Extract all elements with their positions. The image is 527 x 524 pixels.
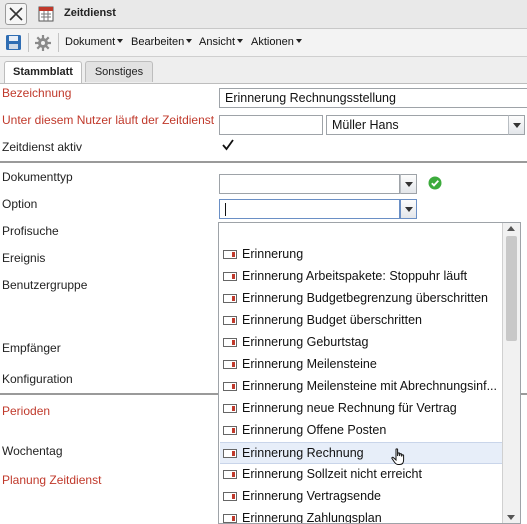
text-field-icon: [223, 382, 237, 391]
nutzer-search-input[interactable]: [219, 115, 323, 135]
chevron-down-icon: [186, 39, 193, 43]
dropdown-option[interactable]: Erinnerung Sollzeit nicht erreicht: [220, 464, 503, 484]
text-field-icon: [223, 250, 237, 259]
chevron-down-icon: [295, 39, 302, 43]
dropdown-option-label: Erinnerung Offene Posten: [242, 423, 387, 437]
nutzer-select[interactable]: Müller Hans: [326, 115, 511, 135]
calendar-icon: [36, 4, 56, 24]
text-field-icon: [223, 360, 237, 369]
planung-zeitdienst-label: Planung Zeitdienst: [2, 473, 102, 487]
close-icon[interactable]: [5, 3, 27, 25]
dropdown-option[interactable]: Erinnerung Budget überschritten: [220, 310, 503, 330]
dropdown-option[interactable]: Erinnerung Rechnung: [220, 442, 503, 464]
text-field-icon: [223, 514, 237, 523]
dropdown-option-label: Erinnerung Meilensteine: [242, 357, 377, 371]
zeitdienst-aktiv-label: Zeitdienst aktiv: [2, 140, 83, 154]
text-field-icon: [223, 492, 237, 501]
dropdown-option-label: Erinnerung Budget überschritten: [242, 313, 422, 327]
menu-label: Dokument: [65, 36, 116, 48]
dropdown-option[interactable]: Erinnerung Arbeitspakete: Stoppuhr läuft: [220, 266, 503, 286]
zeitdienst-aktiv-checkbox[interactable]: [221, 138, 235, 152]
dropdown-option[interactable]: Erinnerung Geburtstag: [220, 332, 503, 352]
menu-aktionen[interactable]: Aktionen: [251, 36, 302, 48]
ereignis-label: Ereignis: [2, 251, 46, 265]
dropdown-option-label: Erinnerung Rechnung: [242, 446, 364, 460]
wochentag-label: Wochentag: [2, 444, 63, 458]
toolbar-separator: [58, 33, 59, 52]
option-dropdown-list[interactable]: Erinnerung Erinnerung Arbeitspakete: Stop…: [218, 222, 521, 524]
nutzer-dropdown-button[interactable]: [508, 115, 525, 135]
tab-strip: Stammblatt Sonstiges: [0, 57, 527, 84]
empfaenger-label: Empfänger: [2, 341, 61, 355]
option-select[interactable]: [219, 199, 400, 219]
dropdown-option[interactable]: Erinnerung: [220, 244, 503, 264]
window-title: Zeitdienst: [64, 7, 116, 19]
dokumenttyp-dropdown-button[interactable]: [400, 174, 417, 194]
dropdown-option-label: Erinnerung Meilensteine mit Abrechnungsi…: [242, 379, 498, 393]
dropdown-option[interactable]: Erinnerung Meilensteine: [220, 354, 503, 374]
bezeichnung-input[interactable]: Erinnerung Rechnungsstellung: [219, 88, 527, 108]
title-bar: Zeitdienst: [0, 0, 527, 29]
dropdown-scrollbar[interactable]: [502, 223, 520, 523]
gear-icon[interactable]: [34, 34, 52, 52]
menu-label: Bearbeiten: [131, 36, 185, 48]
text-field-icon: [223, 404, 237, 413]
dropdown-option[interactable]: Erinnerung neue Rechnung für Vertrag: [220, 398, 503, 418]
text-field-icon: [223, 338, 237, 347]
toolbar: Dokument Bearbeiten Ansicht Aktionen: [0, 29, 527, 57]
menu-label: Aktionen: [251, 36, 294, 48]
menu-label: Ansicht: [199, 36, 236, 48]
chevron-down-icon: [117, 39, 124, 43]
dropdown-option-label: Erinnerung: [242, 247, 304, 261]
toolbar-separator: [28, 33, 29, 52]
dropdown-option[interactable]: Erinnerung Offene Posten: [220, 420, 503, 440]
text-cursor: [225, 203, 226, 216]
dropdown-option[interactable]: Erinnerung Meilensteine mit Abrechnungsi…: [220, 376, 503, 396]
menu-dokument[interactable]: Dokument: [65, 36, 124, 48]
tab-stammblatt[interactable]: Stammblatt: [4, 61, 82, 83]
tab-sonstiges[interactable]: Sonstiges: [85, 61, 153, 82]
dropdown-option-label: Erinnerung Sollzeit nicht erreicht: [242, 467, 422, 481]
option-label: Option: [2, 197, 38, 211]
chevron-down-icon: [237, 39, 244, 43]
dropdown-option[interactable]: Erinnerung Vertragsende: [220, 486, 503, 506]
check-circle-icon: [428, 176, 442, 190]
section-divider: [0, 161, 527, 163]
perioden-label: Perioden: [2, 404, 51, 418]
dokumenttyp-label: Dokumenttyp: [2, 170, 73, 184]
text-field-icon: [223, 470, 237, 479]
text-field-icon: [223, 426, 237, 435]
dropdown-option-label: Erinnerung Arbeitspakete: Stoppuhr läuft: [242, 269, 468, 283]
dropdown-option-label: Erinnerung Zahlungsplan: [242, 511, 382, 524]
hand-cursor-icon: [391, 448, 407, 466]
menu-ansicht[interactable]: Ansicht: [199, 36, 244, 48]
nutzer-label: Unter diesem Nutzer läuft der Zeitdienst: [2, 113, 215, 127]
scroll-down-icon[interactable]: [507, 515, 515, 520]
dokumenttyp-select[interactable]: [219, 174, 400, 194]
text-field-icon: [223, 294, 237, 303]
option-dropdown-button[interactable]: [400, 199, 417, 219]
dropdown-option-label: Erinnerung neue Rechnung für Vertrag: [242, 401, 457, 415]
text-field-icon: [223, 449, 237, 458]
konfiguration-label: Konfiguration: [2, 372, 73, 386]
dropdown-option[interactable]: Erinnerung Zahlungsplan: [220, 508, 503, 524]
dropdown-option-label: Erinnerung Vertragsende: [242, 489, 381, 503]
dropdown-option-label: Erinnerung Geburtstag: [242, 335, 369, 349]
scroll-up-icon[interactable]: [507, 226, 515, 231]
text-field-icon: [223, 272, 237, 281]
scrollbar-thumb[interactable]: [506, 236, 517, 341]
bezeichnung-label: Bezeichnung: [2, 86, 72, 100]
floppy-disk-icon[interactable]: [5, 34, 22, 51]
benutzergruppe-label: Benutzergruppe: [2, 278, 88, 292]
text-field-icon: [223, 316, 237, 325]
profisuche-label: Profisuche: [2, 224, 59, 238]
menu-bearbeiten[interactable]: Bearbeiten: [131, 36, 193, 48]
dropdown-option-label: Erinnerung Budgetbegrenzung überschritte…: [242, 291, 489, 305]
dropdown-option[interactable]: Erinnerung Budgetbegrenzung überschritte…: [220, 288, 503, 308]
